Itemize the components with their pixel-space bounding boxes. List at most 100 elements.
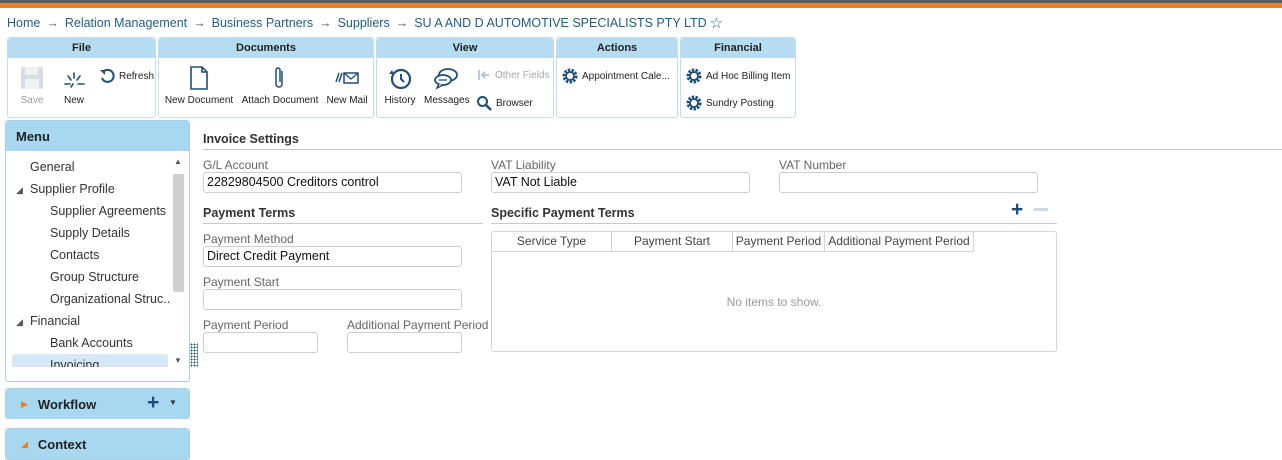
other-fields-icon [478, 70, 489, 80]
menu-item-contacts[interactable]: Contacts [50, 248, 99, 262]
menu-panel: Menu General ◢ Supplier Profile Supplier… [5, 120, 190, 382]
other-fields-button[interactable]: Other Fields [477, 68, 549, 82]
ribbon-group-financial: Financial Ad Hoc Billing Item Sundry Pos… [680, 37, 796, 118]
browser-label: Browser [496, 97, 533, 109]
ribbon-group-title: View [377, 38, 553, 58]
column-header-additional-payment-period[interactable]: Additional Payment Period [825, 232, 974, 252]
save-label: Save [20, 95, 44, 106]
menu-item-financial[interactable]: Financial [30, 314, 80, 328]
additional-payment-period-field[interactable] [347, 332, 462, 353]
menu-tree: General ◢ Supplier Profile Supplier Agre… [6, 152, 171, 367]
breadcrumb-home[interactable]: Home [7, 16, 40, 30]
scrollbar-thumb[interactable] [173, 174, 184, 292]
context-panel: ◢ Context [5, 428, 190, 460]
payment-period-label: Payment Period [203, 318, 289, 332]
menu-item-supply-details[interactable]: Supply Details [50, 226, 130, 240]
save-button[interactable]: Save [17, 65, 47, 106]
ad-hoc-billing-label: Ad Hoc Billing Item [706, 70, 791, 82]
context-panel-header[interactable]: ◢ Context [6, 429, 189, 459]
ribbon-group-title: Actions [557, 38, 677, 58]
vat-liability-field[interactable]: VAT Not Liable [491, 172, 750, 193]
column-header-payment-period[interactable]: Payment Period [733, 232, 825, 252]
favorite-star-icon[interactable]: ☆ [710, 14, 723, 32]
menu-item-bank-accounts[interactable]: Bank Accounts [50, 336, 133, 350]
add-plus-icon[interactable]: + [1011, 198, 1023, 222]
menu-item-general[interactable]: General [30, 160, 74, 174]
ribbon-group-title: Financial [681, 38, 795, 58]
new-sparkle-icon [64, 72, 85, 88]
history-button[interactable]: History [382, 65, 418, 106]
gl-account-field[interactable]: 22829804500 Creditors control [203, 172, 462, 193]
invoice-settings-title: Invoice Settings [203, 132, 299, 146]
scroll-down-arrow-icon[interactable]: ▼ [174, 356, 182, 365]
messages-button[interactable]: Messages [424, 65, 470, 106]
column-header-payment-start[interactable]: Payment Start [612, 232, 733, 252]
ribbon-group-title: Documents [159, 38, 373, 58]
menu-item-invoicing[interactable]: Invoicing [12, 354, 168, 367]
new-label: New [63, 95, 84, 106]
save-icon [21, 67, 43, 89]
other-fields-label: Other Fields [495, 69, 550, 81]
browser-button[interactable]: Browser [476, 95, 533, 111]
breadcrumb-separator: → [193, 16, 206, 30]
document-icon [190, 66, 208, 90]
menu-scrollbar[interactable]: ▲ ▼ [171, 152, 186, 367]
breadcrumb-suppliers[interactable]: Suppliers [338, 16, 390, 30]
workflow-title: Workflow [37, 396, 97, 412]
payment-method-field[interactable]: Direct Credit Payment [203, 246, 462, 267]
panel-resize-grip[interactable] [190, 343, 198, 367]
new-mail-label: New Mail [326, 95, 368, 106]
context-title: Context [37, 436, 87, 452]
remove-minus-icon[interactable] [1034, 208, 1048, 211]
grid-empty-message: No items to show. [726, 295, 822, 309]
expand-triangle-icon[interactable]: ◢ [16, 185, 23, 196]
breadcrumb-current-supplier[interactable]: SU A AND D AUTOMOTIVE SPECIALISTS PTY LT… [414, 16, 706, 30]
ribbon-group-file: File Save New Refresh [7, 37, 156, 118]
payment-start-field[interactable] [203, 289, 462, 310]
top-accent-bar [0, 0, 1282, 9]
vat-liability-label: VAT Liability [491, 158, 556, 172]
new-document-button[interactable]: New Document [164, 65, 234, 106]
workflow-panel-header[interactable]: ▶ Workflow + ▼ [6, 389, 189, 419]
chat-bubbles-icon [434, 68, 458, 90]
breadcrumb-separator: → [319, 16, 332, 30]
add-plus-icon[interactable]: + [147, 392, 159, 413]
new-mail-button[interactable]: New Mail [325, 65, 369, 106]
gl-account-label: G/L Account [203, 158, 268, 172]
new-button[interactable]: New [59, 65, 89, 106]
refresh-icon [100, 68, 115, 83]
payment-start-label: Payment Start [203, 275, 280, 289]
column-header-service-type[interactable]: Service Type [492, 232, 612, 252]
menu-item-group-structure[interactable]: Group Structure [50, 270, 139, 284]
menu-item-supplier-profile[interactable]: Supplier Profile [30, 182, 115, 196]
payment-period-field[interactable] [203, 332, 318, 353]
vat-number-label: VAT Number [779, 158, 847, 172]
menu-item-supplier-agreements[interactable]: Supplier Agreements [50, 204, 166, 218]
gear-icon [562, 68, 578, 84]
appointment-calendar-button[interactable]: Appointment Cale... [562, 68, 670, 84]
payment-terms-title: Payment Terms [203, 206, 296, 220]
dropdown-caret-icon[interactable]: ▼ [169, 398, 177, 407]
breadcrumb-business-partners[interactable]: Business Partners [212, 16, 313, 30]
menu-panel-header[interactable]: Menu [6, 121, 189, 151]
additional-payment-period-label: Additional Payment Period [347, 318, 489, 332]
new-document-label: New Document [164, 95, 234, 106]
ad-hoc-billing-item-button[interactable]: Ad Hoc Billing Item [686, 68, 790, 84]
menu-item-organizational-structure[interactable]: Organizational Struc... [50, 292, 171, 306]
breadcrumb-separator: → [46, 16, 59, 30]
messages-label: Messages [424, 95, 470, 106]
sundry-posting-button[interactable]: Sundry Posting [686, 95, 774, 111]
expand-triangle-icon[interactable]: ◢ [16, 317, 23, 328]
attach-document-button[interactable]: Attach Document [241, 65, 319, 106]
breadcrumb-relation-management[interactable]: Relation Management [65, 16, 187, 30]
specific-payment-terms-grid: Service Type Payment Start Payment Perio… [491, 231, 1057, 352]
vat-number-field[interactable] [779, 172, 1038, 193]
refresh-label: Refresh [119, 70, 155, 82]
section-divider [203, 223, 483, 224]
refresh-button[interactable]: Refresh [99, 68, 154, 84]
magnifier-icon [477, 96, 492, 111]
ribbon-group-documents: Documents New Document Attach Document N… [158, 37, 374, 118]
scroll-up-arrow-icon[interactable]: ▲ [174, 157, 182, 166]
ribbon-group-actions: Actions Appointment Cale... [556, 37, 678, 118]
appointment-label: Appointment Cale... [582, 70, 670, 82]
